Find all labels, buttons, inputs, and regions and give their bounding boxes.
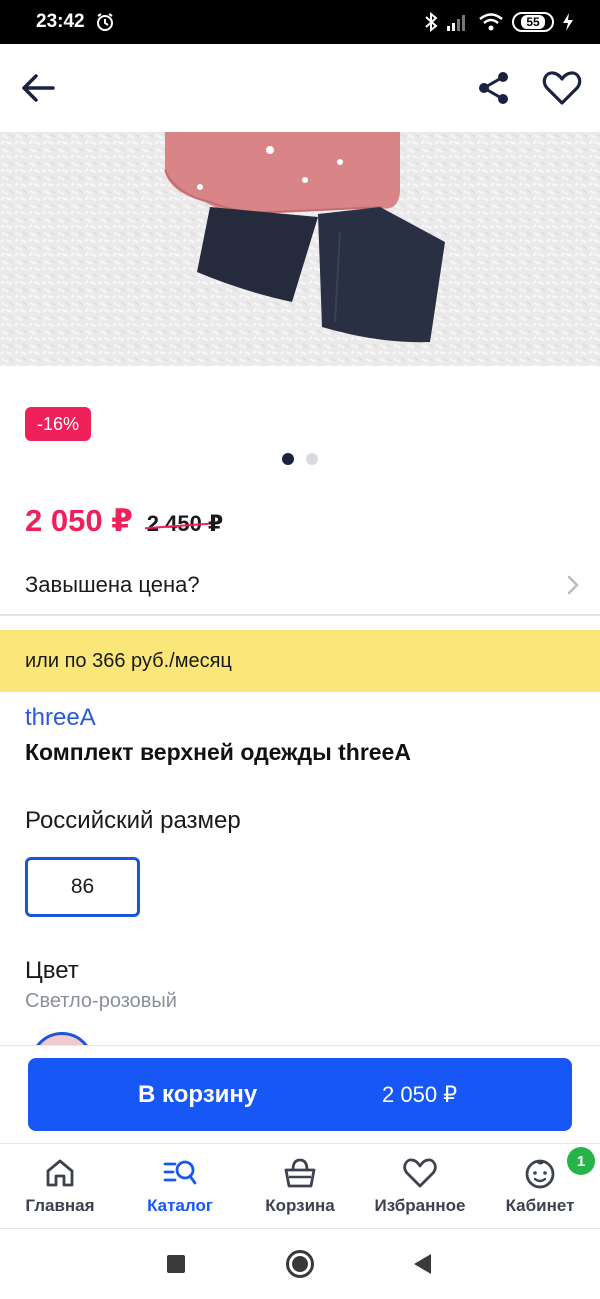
- tab-cart-label: Корзина: [265, 1196, 335, 1215]
- tab-favorites-label: Избранное: [374, 1196, 466, 1215]
- system-nav-bar: [0, 1229, 600, 1299]
- size-label: Российский размер: [25, 807, 241, 834]
- charging-icon: [563, 13, 573, 31]
- color-value: Светло-розовый: [25, 990, 177, 1012]
- size-value: 86: [70, 875, 95, 898]
- battery-indicator: 55: [512, 12, 554, 32]
- back-nav-button[interactable]: [413, 1253, 433, 1275]
- app-bar: [0, 44, 600, 132]
- arrow-left-icon: [22, 74, 55, 102]
- size-option-selected[interactable]: 86: [25, 857, 140, 917]
- tab-account-label: Кабинет: [505, 1196, 575, 1215]
- installment-text: или по 366 руб./месяц: [25, 649, 232, 672]
- status-time: 23:42: [36, 11, 85, 32]
- back-button[interactable]: [16, 66, 60, 110]
- share-icon: [479, 72, 508, 104]
- bluetooth-icon: [425, 12, 438, 32]
- overpriced-report-link[interactable]: Завышена цена?: [0, 555, 600, 616]
- account-notification-badge: 1: [567, 1147, 595, 1175]
- tab-catalog-label: Каталог: [147, 1196, 213, 1215]
- gallery-pagination: [282, 453, 318, 465]
- home-button[interactable]: [285, 1249, 315, 1279]
- tab-home[interactable]: Главная: [0, 1156, 120, 1216]
- product-image[interactable]: [0, 132, 600, 366]
- square-icon: [167, 1255, 185, 1273]
- circle-icon: [286, 1250, 314, 1278]
- wifi-icon: [479, 13, 503, 31]
- add-to-cart-button[interactable]: В корзину 2 050 ₽: [28, 1058, 572, 1131]
- chevron-right-icon: [567, 575, 579, 594]
- cart-panel: В корзину 2 050 ₽: [0, 1045, 600, 1143]
- tab-home-label: Главная: [25, 1196, 95, 1215]
- favorite-button[interactable]: [540, 66, 584, 110]
- overpriced-label: Завышена цена?: [25, 571, 200, 597]
- heart-icon: [403, 1158, 437, 1188]
- heart-icon: [542, 71, 582, 105]
- tab-favorites[interactable]: Избранное: [360, 1156, 480, 1216]
- bottom-tab-bar: Главная Каталог Корзина Избранное Кабине…: [0, 1143, 600, 1229]
- signal-icon: [447, 15, 465, 31]
- gallery-dot-2[interactable]: [306, 453, 318, 465]
- battery-level: 55: [521, 15, 545, 29]
- tab-catalog[interactable]: Каталог: [120, 1156, 240, 1216]
- old-price: 2 450 ₽: [146, 511, 224, 536]
- basket-icon: [284, 1158, 316, 1188]
- product-photo: [0, 132, 600, 366]
- color-label: Цвет: [25, 957, 79, 984]
- alarm-icon: [96, 13, 113, 31]
- price-block: 2 050 ₽ 2 450 ₽: [25, 503, 223, 539]
- status-bar: 23:42 55: [0, 0, 600, 44]
- recents-button[interactable]: [166, 1254, 186, 1274]
- triangle-back-icon: [414, 1254, 431, 1274]
- brand-link[interactable]: threeA: [25, 704, 96, 732]
- current-price: 2 050 ₽: [25, 503, 133, 538]
- installment-banner[interactable]: или по 366 руб./месяц: [0, 630, 600, 692]
- home-icon: [46, 1159, 74, 1187]
- face-icon: [525, 1159, 555, 1189]
- gallery-dot-1[interactable]: [282, 453, 294, 465]
- discount-badge: -16%: [25, 407, 92, 441]
- add-to-cart-amount: 2 050 ₽: [382, 1081, 458, 1107]
- catalog-search-icon: [163, 1160, 197, 1185]
- add-to-cart-label: В корзину: [138, 1080, 258, 1108]
- share-button[interactable]: [472, 66, 516, 110]
- tab-cart[interactable]: Корзина: [240, 1156, 360, 1216]
- product-title: Комплект верхней одежды threeA: [25, 739, 411, 765]
